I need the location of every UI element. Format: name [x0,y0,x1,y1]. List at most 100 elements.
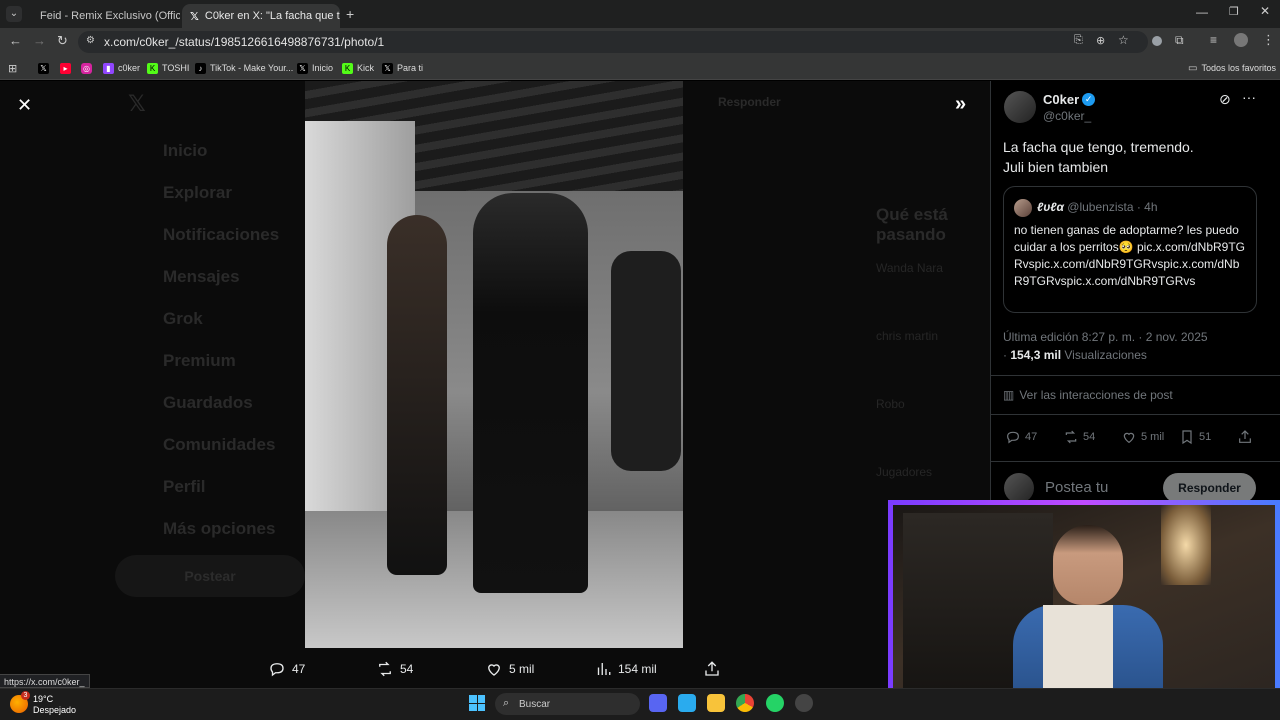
author-handle[interactable]: @c0ker_ [1043,109,1091,123]
reply-submit-button[interactable]: Responder [1163,473,1256,503]
reply-button[interactable]: 47 [1005,429,1037,445]
bg-trending-title: Qué está pasando [876,205,948,244]
tab-youtube[interactable]: Feid - Remix Exclusivo (Official ✕ [26,4,180,28]
status-url: https://x.com/c0ker_ [0,674,90,688]
install-app-icon[interactable]: ⎘ [1074,34,1083,47]
view-interactions-link[interactable]: ▥ Ver las interacciones de post [1003,388,1173,402]
tab-x-post[interactable]: 𝕏 C0ker en X: "La facha que teng ✕ [182,4,340,28]
bookmark-inicio[interactable]: 𝕏 Inicio [297,61,333,75]
back-button[interactable]: ← [9,33,22,48]
bookmark-star-icon[interactable]: ☆ [1118,33,1129,47]
tab-title: Feid - Remix Exclusivo (Official [40,10,180,22]
author-name[interactable]: C0ker ✓ [1043,92,1096,107]
bg-nav-notificaciones: Notificaciones [163,225,280,244]
bg-nav-explorar: Explorar [163,183,232,202]
webcam-overlay [888,500,1280,720]
media-share-button[interactable] [703,660,721,678]
extension-icon[interactable] [1152,36,1162,46]
bookmark-para-ti[interactable]: 𝕏 Para ti [382,61,423,75]
taskbar: 3 19°C Despejado [0,688,1280,720]
all-bookmarks-folder[interactable]: ▭ Todos los favoritos [1188,61,1276,75]
avatar[interactable] [1004,91,1036,123]
reply-icon [1007,431,1019,444]
bookmarks-bar: ⊞ 𝕏 ▸ ◎ ▮ c0ker K TOSHI ♪ TikTok - Make You… [0,56,1280,80]
bookmark-kick[interactable]: K Kick [342,61,374,75]
reload-button[interactable]: ↻ [57,33,68,49]
zoom-icon[interactable]: ⊕ [1096,34,1105,47]
bg-trending-item: Robo [876,397,905,411]
divider [991,461,1280,462]
youtube-icon: ▸ [60,62,71,74]
extensions-puzzle-icon[interactable]: ⧉ [1175,33,1184,48]
file-explorer-icon[interactable] [707,694,725,712]
forward-button[interactable]: → [33,33,46,48]
tab-search-button[interactable]: ⌄ [6,6,22,22]
heart-icon [1123,432,1135,444]
bg-nav-grok: Grok [163,309,203,328]
bg-trending-item: Jugadores [876,465,933,479]
bookmark-instagram[interactable]: ◎ [81,61,92,75]
telegram-icon[interactable] [678,694,696,712]
bookmark-toshi[interactable]: K TOSHI [147,61,189,75]
site-info-icon[interactable]: ⚙ [86,35,95,46]
collapse-panel-icon[interactable]: » [955,93,966,116]
avatar [1014,199,1032,217]
profile-avatar[interactable] [1234,33,1248,47]
post-photo[interactable] [305,81,683,648]
bg-post-button: Postear [115,555,305,597]
restore-button[interactable]: ❐ [1229,5,1239,18]
tab-title: C0ker en X: "La facha que teng [204,10,340,22]
media-reply-button[interactable]: 47 [268,660,305,678]
address-bar[interactable]: ⚙ x.com/c0ker_/status/198512661649887673… [78,31,1148,53]
quoted-post[interactable]: ℓυℓα @lubenzista · 4h no tienen ganas de… [1003,186,1257,313]
photo-background-people [611,251,681,471]
grok-icon[interactable]: ⊘ [1219,91,1231,108]
media-control-icon[interactable]: ≡ [1210,33,1217,47]
bg-trending-item: Wanda Nara [876,261,943,275]
bookmark-x[interactable]: 𝕏 [38,61,49,75]
close-icon[interactable]: ✕ [17,95,32,116]
taskbar-search-box[interactable]: ⌕ Buscar [495,693,640,715]
x-icon: 𝕏 [190,10,199,23]
bg-nav-comunidades: Comunidades [163,435,276,454]
bookmark-tiktok[interactable]: ♪ TikTok - Make Your... [195,61,293,75]
views-chart-icon [597,663,611,675]
close-window-button[interactable]: ✕ [1260,4,1270,18]
post-meta: Última edición 8:27 p. m. · 2 nov. 2025 … [1003,328,1273,364]
bg-nav-mas-opciones: Más opciones [163,519,276,538]
x-logo-icon: 𝕏 [128,91,146,116]
menu-kebab-icon[interactable]: ⋮ [1262,32,1275,48]
minimize-button[interactable]: — [1196,5,1208,19]
repost-icon [1065,430,1077,444]
reply-input[interactable]: Postea tu [1045,479,1108,496]
chrome-icon[interactable] [736,694,754,712]
quote-text: no tienen ganas de adoptarme? les puedo … [1014,223,1246,288]
media-like-button[interactable]: 5 mil [485,660,534,678]
edited-timestamp[interactable]: Última edición 8:27 p. m. · 2 nov. 2025 [1003,328,1273,346]
obs-icon[interactable] [795,694,813,712]
bookmark-icon [1182,430,1192,445]
more-options-icon[interactable]: ··· [1242,89,1256,105]
repost-button[interactable]: 54 [1063,429,1095,445]
media-repost-button[interactable]: 54 [376,660,413,678]
windows-start-icon[interactable] [469,695,485,711]
views-label: Visualizaciones [1064,348,1147,362]
whatsapp-icon[interactable] [766,694,784,712]
like-button[interactable]: 5 mil [1121,429,1164,445]
bg-reply-label: Responder [718,95,781,109]
weather-widget[interactable]: 19°C Despejado [33,694,76,716]
share-button[interactable] [1237,429,1253,450]
apps-grid-icon[interactable]: ⊞ [8,61,17,75]
photo-figure-woman [387,215,447,575]
bookmark-youtube[interactable]: ▸ [60,61,71,75]
media-views-button[interactable]: 154 mil [594,660,657,678]
verified-badge-icon: ✓ [1082,93,1096,106]
twitch-icon: ▮ [103,62,114,74]
new-tab-button[interactable]: + [346,6,354,22]
discord-icon[interactable] [649,694,667,712]
reply-icon [270,663,284,677]
bookmark-c0ker[interactable]: ▮ c0ker [103,61,140,75]
x-icon: 𝕏 [38,62,49,74]
bookmark-button[interactable]: 51 [1179,429,1211,445]
instagram-icon: ◎ [81,62,92,74]
